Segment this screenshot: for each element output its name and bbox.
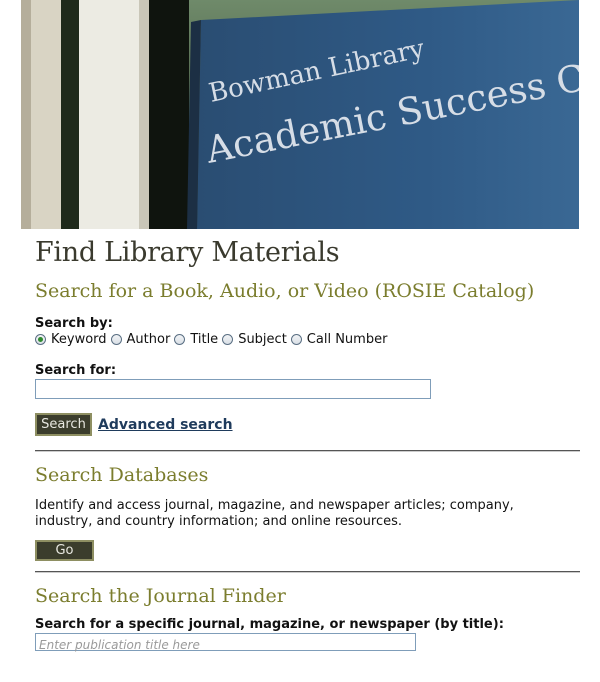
journal-title-input[interactable]: Enter publication title here (35, 633, 416, 652)
radio-keyword[interactable]: Keyword (35, 332, 107, 347)
radio-subject[interactable]: Subject (222, 332, 287, 347)
radio-title-label: Title (190, 332, 219, 347)
search-for-label: Search for: (35, 363, 117, 378)
search-by-label: Search by: (35, 316, 113, 331)
radio-author-circle[interactable] (110, 334, 122, 345)
radio-title-circle[interactable] (174, 334, 186, 345)
radio-author[interactable]: Author (110, 332, 171, 347)
journal-title-placeholder: Enter publication title here (39, 638, 200, 652)
journal-finder-label: Search for a specific journal, magazine,… (35, 617, 504, 632)
radio-call-number[interactable]: Call Number (290, 332, 388, 347)
advanced-search-link[interactable]: Advanced search (98, 417, 233, 433)
divider-1 (35, 450, 580, 452)
radio-keyword-label: Keyword (51, 332, 107, 347)
radio-author-label: Author (126, 332, 171, 347)
radio-title[interactable]: Title (174, 332, 218, 347)
divider-2 (35, 571, 580, 573)
search-by-options: Keyword Author Title Subject Call Number (35, 332, 580, 347)
radio-call-number-label: Call Number (306, 332, 388, 347)
radio-subject-label: Subject (238, 332, 287, 347)
radio-subject-circle[interactable] (222, 334, 234, 345)
databases-go-button[interactable]: Go (35, 540, 94, 561)
catalog-search-input[interactable] (35, 379, 431, 399)
databases-section-title: Search Databases (35, 464, 209, 486)
radio-call-number-circle[interactable] (290, 334, 302, 345)
databases-description: Identify and access journal, magazine, a… (35, 498, 514, 529)
journal-finder-section-title: Search the Journal Finder (35, 585, 286, 607)
banner-photo: Bowman Library Academic Success Center (21, 0, 579, 229)
radio-keyword-circle[interactable] (35, 334, 46, 345)
search-button[interactable]: Search (35, 413, 92, 436)
catalog-section-title: Search for a Book, Audio, or Video (ROSI… (35, 280, 535, 302)
page-title: Find Library Materials (35, 237, 340, 268)
